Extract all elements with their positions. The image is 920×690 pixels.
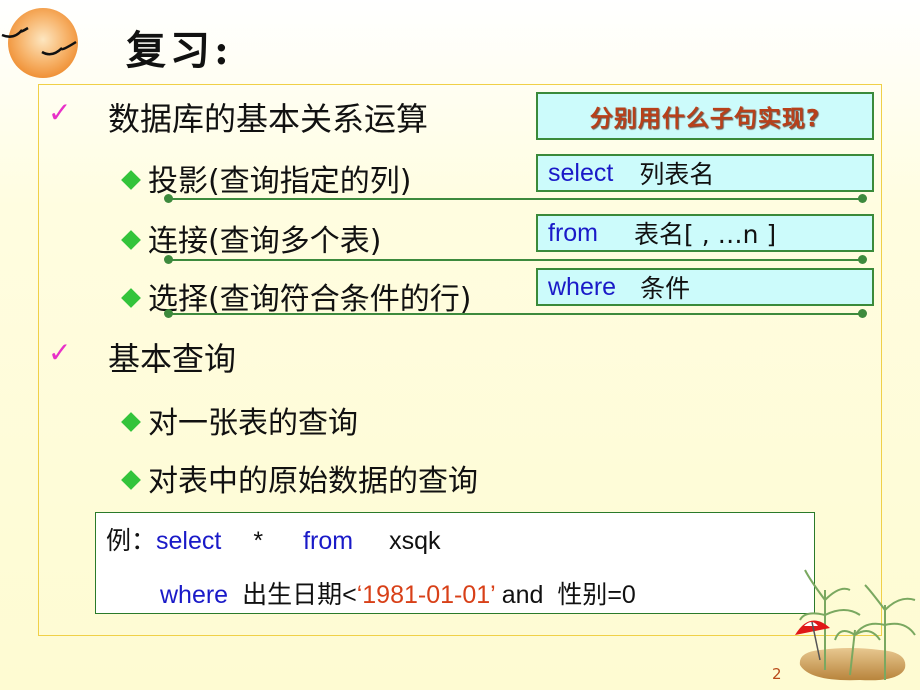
- connector-line: [168, 198, 862, 200]
- clause-box-from: from 表名[ , …n ]: [536, 214, 874, 252]
- connector-dot-left: [164, 194, 173, 203]
- clause-box-where: where 条件: [536, 268, 874, 306]
- slide-title: 复习:: [126, 27, 233, 74]
- example-line-2: where 出生日期<‘1981-01-01’ and 性别=0: [160, 581, 636, 609]
- page-number: 2: [772, 665, 782, 683]
- clause-value: 条件: [640, 274, 691, 303]
- clause-keyword: where: [548, 272, 617, 301]
- connector-line: [168, 313, 862, 315]
- diamond-bullet-icon: [121, 412, 141, 432]
- clause-keyword: from: [548, 218, 598, 247]
- connector-dot-left: [164, 309, 173, 318]
- connector-dot-right: [858, 194, 867, 203]
- list-item: 对一张表的查询: [118, 398, 358, 442]
- birds-icon: [1, 26, 77, 56]
- list-item: 对表中的原始数据的查询: [118, 456, 478, 500]
- check-icon: ✓: [48, 336, 72, 369]
- diamond-bullet-icon: [121, 230, 141, 250]
- check-icon: ✓: [48, 96, 72, 129]
- connector-dot-right: [858, 255, 867, 264]
- question-box: 分别用什么子句实现?: [536, 92, 874, 140]
- example-box: 例：select * from xsqk where 出生日期<‘1981-01-01’…: [95, 512, 815, 614]
- diamond-bullet-icon: [121, 470, 141, 490]
- clause-box-select: select 列表名: [536, 154, 874, 192]
- clause-keyword: select: [548, 158, 614, 187]
- section-heading: 基本查询: [108, 340, 237, 378]
- clause-value: 表名[ , …n ]: [634, 220, 777, 249]
- connector-line: [168, 259, 862, 261]
- section-heading: 数据库的基本关系运算: [108, 100, 429, 138]
- question-text: 分别用什么子句实现?: [589, 106, 821, 132]
- example-line-1: 例：select * from xsqk: [106, 527, 441, 555]
- palm-island-icon: [795, 569, 916, 681]
- list-item: 连接(查询多个表): [118, 216, 381, 260]
- connector-dot-left: [164, 255, 173, 264]
- list-item: 投影(查询指定的列): [118, 156, 411, 200]
- connector-dot-right: [858, 309, 867, 318]
- clause-value: 列表名: [639, 160, 715, 189]
- diamond-bullet-icon: [121, 170, 141, 190]
- diamond-bullet-icon: [121, 288, 141, 308]
